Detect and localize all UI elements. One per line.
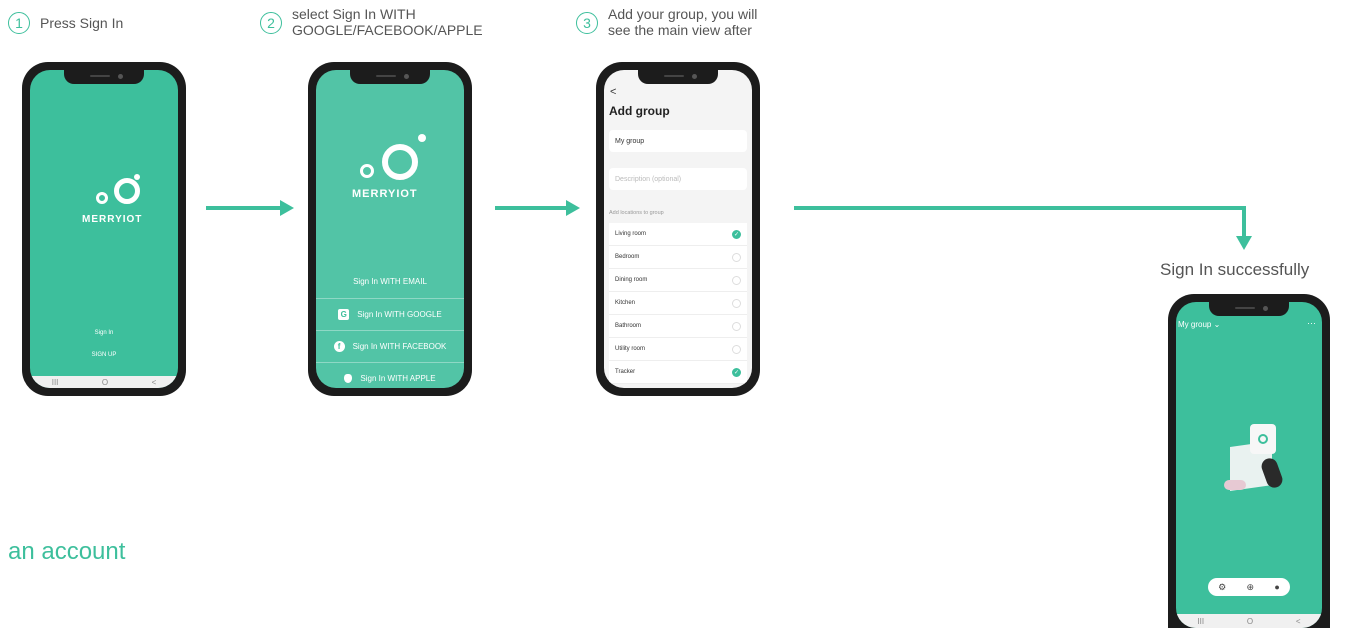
- phone-sign-in-options: MERRYIOT Sign In WITH EMAIL G Sign In WI…: [308, 62, 472, 396]
- back-button[interactable]: <: [1296, 617, 1301, 626]
- flow-arrow-long: [794, 206, 1246, 210]
- apple-icon: [344, 373, 353, 383]
- unchecked-circle-icon[interactable]: [732, 298, 741, 308]
- flow-arrow: [206, 206, 282, 210]
- logo-small-ring: [360, 164, 374, 178]
- step-2: 2 select Sign In WITH GOOGLE/FACEBOOK/AP…: [260, 6, 483, 38]
- group-name-field[interactable]: My group: [609, 130, 747, 152]
- success-label: Sign In successfully: [1160, 260, 1310, 279]
- back-icon[interactable]: <: [610, 86, 616, 98]
- location-row[interactable]: Bathroom: [609, 315, 747, 338]
- section-label: Add locations to group: [609, 210, 664, 216]
- bell-icon[interactable]: ●: [1274, 582, 1279, 592]
- step-3: 3 Add your group, you will see the main …: [576, 6, 757, 38]
- check-icon[interactable]: ✓: [732, 367, 741, 377]
- flow-arrow-down: [1242, 206, 1246, 236]
- step-text-line1: select Sign In WITH: [292, 6, 416, 22]
- device-box-illustration: [1220, 414, 1290, 494]
- step-text-line2: GOOGLE/FACEBOOK/APPLE: [292, 22, 483, 38]
- recents-button[interactable]: III: [1197, 617, 1204, 626]
- flow-arrow: [495, 206, 567, 210]
- group-selector[interactable]: My group ⌄: [1178, 320, 1220, 329]
- unchecked-circle-icon[interactable]: [732, 321, 741, 331]
- google-icon: G: [338, 308, 350, 320]
- unchecked-circle-icon[interactable]: [732, 275, 741, 285]
- step-text: Press Sign In: [40, 15, 124, 31]
- system-nav-bar: III O <: [30, 376, 178, 388]
- sign-in-link[interactable]: Sign In: [30, 330, 178, 336]
- bottom-toolbar: ⚙ ⊕ ●: [1208, 578, 1290, 596]
- logo-ring: [382, 144, 418, 180]
- location-row[interactable]: Bedroom: [609, 246, 747, 269]
- logo-dot: [418, 134, 426, 142]
- logo-dot: [134, 174, 140, 180]
- phone-main-view: My group ⌄ ··· ⚙ ⊕ ● III O <: [1168, 294, 1330, 628]
- unchecked-circle-icon[interactable]: [732, 344, 741, 354]
- phone-welcome: MERRYIOT Sign In SIGN UP III O <: [22, 62, 186, 396]
- phone-add-group: < Add group My group Description (option…: [596, 62, 760, 396]
- step-text-line2: see the main view after: [608, 22, 752, 38]
- location-row[interactable]: Living room ✓: [609, 223, 747, 246]
- arrow-head-icon: [280, 200, 294, 216]
- sign-up-link[interactable]: SIGN UP: [30, 352, 178, 358]
- logo-ring: [114, 178, 140, 204]
- step-1: 1 Press Sign In: [8, 12, 123, 34]
- arrow-head-icon: [566, 200, 580, 216]
- check-icon[interactable]: ✓: [732, 229, 741, 239]
- account-text: an account: [8, 538, 126, 565]
- add-icon[interactable]: ⊕: [1247, 582, 1255, 593]
- sign-in-apple-button[interactable]: Sign In WITH APPLE: [316, 362, 464, 388]
- location-row[interactable]: Dining room: [609, 269, 747, 292]
- unchecked-circle-icon[interactable]: [732, 252, 741, 262]
- location-row[interactable]: Utility room: [609, 338, 747, 361]
- page-title: Add group: [609, 104, 670, 118]
- home-button[interactable]: O: [102, 378, 108, 387]
- more-icon[interactable]: ···: [1307, 318, 1316, 328]
- brand-name: MERRYIOT: [352, 188, 418, 200]
- sign-in-email-button[interactable]: Sign In WITH EMAIL: [316, 266, 464, 296]
- description-field[interactable]: Description (optional): [609, 168, 747, 190]
- home-button[interactable]: O: [1247, 617, 1253, 626]
- system-nav-bar: III O <: [1176, 614, 1322, 628]
- location-row[interactable]: Kitchen: [609, 292, 747, 315]
- back-button[interactable]: <: [152, 378, 157, 387]
- facebook-icon: f: [333, 340, 345, 352]
- brand-name: MERRYIOT: [82, 214, 143, 225]
- location-row[interactable]: Tracker ✓: [609, 361, 747, 384]
- logo-small-ring: [96, 192, 108, 204]
- gear-icon[interactable]: ⚙: [1218, 582, 1226, 593]
- recents-button[interactable]: III: [52, 378, 59, 387]
- step-number: 2: [260, 12, 282, 34]
- step-number: 3: [576, 12, 598, 34]
- arrow-head-down-icon: [1236, 236, 1252, 250]
- step-number: 1: [8, 12, 30, 34]
- step-text-line1: Add your group, you will: [608, 6, 758, 22]
- sign-in-facebook-button[interactable]: f Sign In WITH FACEBOOK: [316, 330, 464, 361]
- sign-in-google-button[interactable]: G Sign In WITH GOOGLE: [316, 298, 464, 329]
